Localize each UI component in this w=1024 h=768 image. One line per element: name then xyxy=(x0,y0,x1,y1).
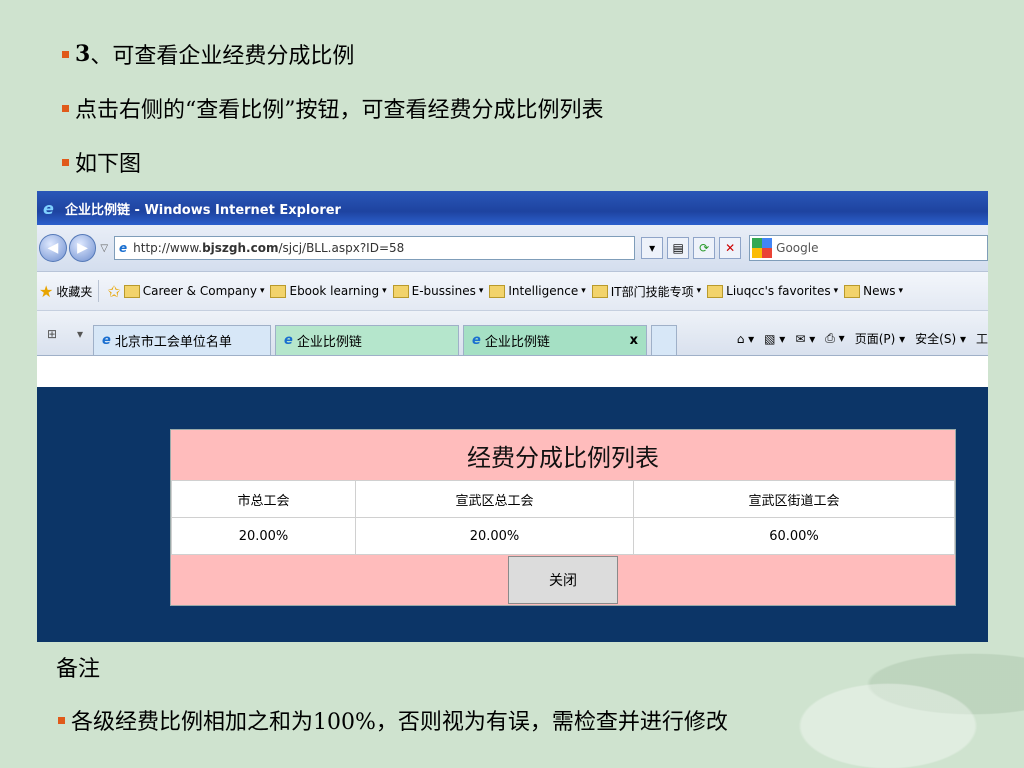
home-icon[interactable]: ⌂ ▾ xyxy=(737,332,754,346)
google-icon xyxy=(752,238,773,258)
address-path: /sjcj/BLL.aspx?ID=58 xyxy=(278,241,405,255)
favorites-bar: ★ 收藏夹 ✩ Career & Company ▾ Ebook learning… xyxy=(37,272,988,311)
folder-icon xyxy=(707,284,724,298)
step-number: 3 xyxy=(75,41,91,67)
favorite-folder[interactable]: News ▾ xyxy=(844,284,903,298)
table-cell: 20.00% xyxy=(171,517,356,555)
bullet-square-icon xyxy=(58,716,65,724)
bullet-square-icon xyxy=(62,158,69,166)
table-header-row: 市总工会 宣武区总工会 宣武区街道工会 xyxy=(171,480,956,518)
tab-enterprise-ratio-active[interactable]: e 企业比例链 x xyxy=(463,325,647,355)
forward-icon[interactable]: ▶ xyxy=(68,234,97,262)
ie-page-icon: e xyxy=(284,333,293,348)
mail-icon[interactable]: ✉ ▾ xyxy=(795,332,815,346)
table-cell: 20.00% xyxy=(355,517,634,555)
table-header-cell: 宣武区总工会 xyxy=(355,480,634,518)
favorite-folder[interactable]: Intelligence ▾ xyxy=(489,284,586,298)
folder-icon xyxy=(489,284,506,298)
refresh-icon[interactable]: ⟳ xyxy=(693,237,716,259)
page-icon: e xyxy=(119,241,128,255)
notes-title: 备注 xyxy=(56,657,101,682)
folder-icon xyxy=(123,284,140,298)
back-icon[interactable]: ◀ xyxy=(39,234,67,262)
page-content: 经费分成比例列表 市总工会 宣武区总工会 宣武区街道工会 20.00% 20.0… xyxy=(37,387,988,642)
line-3-text: 如下图 xyxy=(75,152,142,177)
separator xyxy=(98,280,100,302)
tools-menu[interactable]: 工 xyxy=(976,330,988,347)
line-4-text: 各级经费比例相加之和为100%，否则视为有误，需检查并进行修改 xyxy=(71,710,728,735)
favorite-folder[interactable]: IT部门技能专项 ▾ xyxy=(591,283,701,300)
favorite-folder[interactable]: E-bussines ▾ xyxy=(392,284,483,298)
ie-page-icon: e xyxy=(102,333,111,348)
favorite-folder[interactable]: Ebook learning ▾ xyxy=(270,284,387,298)
line-2-text: 点击右侧的“查看比例”按钮，可查看经费分成比例列表 xyxy=(75,98,604,123)
bullet-line-1: 3 、可查看企业经费分成比例 xyxy=(62,38,354,70)
quick-tabs-icon[interactable]: ⊞ xyxy=(39,321,65,347)
tab-union-list[interactable]: e 北京市工会单位名单 xyxy=(93,325,271,355)
bullet-line-2: 点击右侧的“查看比例”按钮，可查看经费分成比例列表 xyxy=(62,92,604,124)
bullet-line-4: 各级经费比例相加之和为100%，否则视为有误，需检查并进行修改 xyxy=(58,704,728,736)
bullet-square-icon xyxy=(62,104,69,112)
table-header-cell: 宣武区街道工会 xyxy=(632,480,956,518)
address-toolbar: ◀ ▶ ▽ e http://www. bjszgh.com/sjcj/BLL.a… xyxy=(37,225,988,272)
tab-list-dropdown-icon[interactable]: ▾ xyxy=(67,321,93,347)
ie-logo-icon: e xyxy=(43,199,54,218)
table-title: 经费分成比例列表 xyxy=(467,443,659,472)
compatibility-icon[interactable]: ▤ xyxy=(667,237,690,259)
bullet-line-3: 如下图 xyxy=(62,146,141,178)
folder-icon xyxy=(591,284,608,298)
tab-bar: ⊞ ▾ e 北京市工会单位名单 e 企业比例链 e 企业比例链 x ⌂ ▾ ▧ … xyxy=(37,311,988,356)
table-header-cell: 市总工会 xyxy=(171,480,356,518)
table-row: 20.00% 20.00% 60.00% xyxy=(171,517,956,555)
favorite-folder[interactable]: Career & Company ▾ xyxy=(123,284,264,298)
browser-titlebar: e 企业比例链 - Windows Internet Explorer xyxy=(37,191,988,225)
ratio-table: 市总工会 宣武区总工会 宣武区街道工会 20.00% 20.00% 60.00% xyxy=(171,480,956,555)
address-bar[interactable]: e http://www. bjszgh.com/sjcj/BLL.aspx?ID… xyxy=(114,236,636,260)
background-decoration xyxy=(684,628,1024,768)
window-title: 企业比例链 - Windows Internet Explorer xyxy=(65,202,341,218)
favorites-label[interactable]: 收藏夹 xyxy=(56,283,92,300)
print-icon[interactable]: ⎙ ▾ xyxy=(825,331,844,346)
address-dropdown-icon[interactable]: ▾ xyxy=(641,237,664,259)
safety-menu[interactable]: 安全(S) ▾ xyxy=(915,330,966,347)
feeds-icon[interactable]: ▧ ▾ xyxy=(764,332,785,346)
add-favorite-icon[interactable]: ✩ xyxy=(107,282,120,301)
stop-icon[interactable]: ✕ xyxy=(719,237,742,259)
panel-footer: 关闭 xyxy=(171,555,955,605)
line-1-text: 、可查看企业经费分成比例 xyxy=(90,44,355,69)
browser-screenshot: e 企业比例链 - Windows Internet Explorer ◀ ▶ … xyxy=(37,191,988,642)
table-cell: 60.00% xyxy=(632,517,956,555)
history-dropdown-icon[interactable]: ▽ xyxy=(100,243,108,254)
bullet-square-icon xyxy=(62,50,69,58)
page-menu[interactable]: 页面(P) ▾ xyxy=(855,330,905,347)
close-tab-icon[interactable]: x xyxy=(630,333,638,348)
ratio-panel: 经费分成比例列表 市总工会 宣武区总工会 宣武区街道工会 20.00% 20.0… xyxy=(170,429,956,606)
ie-page-icon: e xyxy=(472,333,481,348)
new-tab-button[interactable] xyxy=(651,325,677,355)
tab-enterprise-ratio[interactable]: e 企业比例链 xyxy=(275,325,459,355)
address-prefix: http://www. xyxy=(133,241,203,255)
close-button[interactable]: 关闭 xyxy=(508,556,618,604)
folder-icon xyxy=(392,284,409,298)
favorites-star-icon[interactable]: ★ xyxy=(39,282,53,301)
search-box[interactable]: Google xyxy=(749,235,988,261)
folder-icon xyxy=(844,284,861,298)
search-placeholder: Google xyxy=(776,241,819,255)
command-bar: ⌂ ▾ ▧ ▾ ✉ ▾ ⎙ ▾ 页面(P) ▾ 安全(S) ▾ 工 xyxy=(727,330,988,347)
favorite-folder[interactable]: Liuqcc's favorites ▾ xyxy=(707,284,838,298)
address-domain: bjszgh.com xyxy=(202,241,279,255)
folder-icon xyxy=(270,284,287,298)
